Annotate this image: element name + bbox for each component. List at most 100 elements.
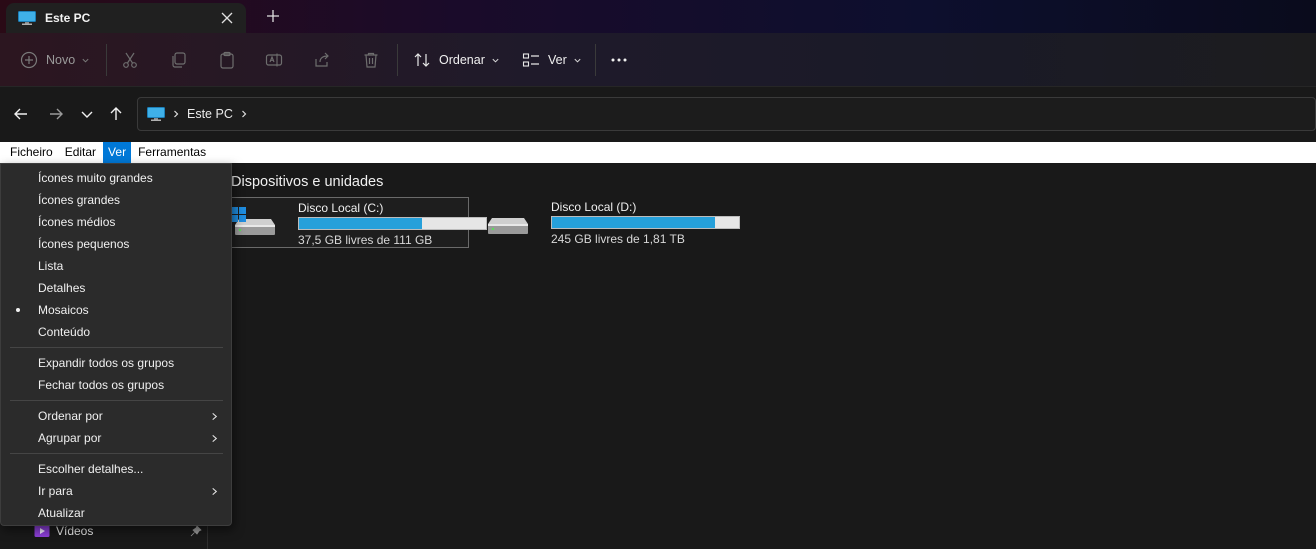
new-tab-icon[interactable] [264, 7, 282, 25]
menu-item-label: Ícones muito grandes [38, 171, 153, 185]
menu-item-list[interactable]: Lista [1, 255, 231, 277]
more-icon [611, 58, 627, 62]
sidebar-item-label: Vídeos [56, 524, 94, 538]
menu-ver[interactable]: Ver [103, 142, 132, 163]
more-options-button[interactable] [610, 47, 628, 73]
chevron-right-icon [212, 434, 218, 442]
copy-button[interactable] [170, 47, 188, 73]
sort-label: Ordenar [439, 53, 485, 67]
menu-item-small-icons[interactable]: Ícones pequenos [1, 233, 231, 255]
command-bar: Novo Ordenar Ver [0, 33, 1316, 87]
menu-item-expand-all-groups[interactable]: Expandir todos os grupos [1, 352, 231, 374]
chevron-right-icon[interactable] [171, 109, 181, 119]
file-view: Dispositivos e unidades Disco Local (C:)… [208, 163, 1316, 549]
close-icon[interactable] [218, 9, 236, 27]
rename-icon [265, 53, 283, 67]
menu-item-choose-details[interactable]: Escolher detalhes... [1, 458, 231, 480]
delete-button[interactable] [362, 47, 380, 73]
menu-bar: Ficheiro Editar Ver Ferramentas [0, 142, 1316, 163]
menu-ferramentas[interactable]: Ferramentas [133, 142, 211, 163]
view-menu-dropdown: Ícones muito grandes Ícones grandes Ícon… [0, 163, 232, 526]
chevron-down-icon [82, 58, 89, 63]
menu-item-extra-large-icons[interactable]: Ícones muito grandes [1, 167, 231, 189]
drive-usage-fill [299, 218, 423, 229]
menu-item-go-to[interactable]: Ir para [1, 480, 231, 502]
menu-editar[interactable]: Editar [60, 142, 101, 163]
menu-item-large-icons[interactable]: Ícones grandes [1, 189, 231, 211]
chevron-right-icon [212, 487, 218, 495]
menu-item-label: Ordenar por [38, 409, 103, 423]
scissors-icon [123, 52, 137, 68]
menu-item-label: Escolher detalhes... [38, 462, 144, 476]
sidebar-item-videos[interactable]: Vídeos [34, 524, 93, 538]
menu-item-collapse-all-groups[interactable]: Fechar todos os grupos [1, 374, 231, 396]
menu-item-label: Detalhes [38, 281, 86, 295]
tab-este-pc[interactable]: Este PC [6, 3, 246, 33]
drive-icon [488, 218, 528, 234]
menu-item-refresh[interactable]: Atualizar [1, 502, 231, 524]
computer-icon [18, 11, 36, 25]
drive-tile-c[interactable]: Disco Local (C:) 37,5 GB livres de 111 G… [226, 197, 487, 248]
menu-separator [10, 347, 223, 348]
drive-usage-bar [551, 216, 740, 229]
separator [106, 44, 107, 76]
forward-icon[interactable] [47, 105, 65, 123]
new-label: Novo [46, 53, 76, 67]
drive-usage-bar [298, 217, 487, 230]
separator [595, 44, 596, 76]
chevron-down-icon [492, 58, 499, 63]
menu-item-label: Ir para [38, 484, 73, 498]
rename-button[interactable] [265, 47, 283, 73]
menu-ficheiro[interactable]: Ficheiro [5, 142, 58, 163]
pin-icon[interactable] [190, 525, 202, 537]
view-icon [522, 53, 539, 67]
group-header[interactable]: Dispositivos e unidades [231, 174, 383, 190]
menu-separator [10, 453, 223, 454]
share-button[interactable] [313, 47, 331, 73]
menu-item-label: Ícones pequenos [38, 237, 130, 251]
view-button[interactable]: Ver [522, 47, 582, 73]
address-bar[interactable]: Este PC [137, 97, 1316, 131]
menu-item-label: Atualizar [38, 506, 85, 520]
menu-item-content[interactable]: Conteúdo [1, 321, 231, 343]
tab-title: Este PC [45, 11, 91, 25]
menu-item-group-by[interactable]: Agrupar por [1, 427, 231, 449]
menu-item-label: Ícones médios [38, 215, 116, 229]
share-icon [315, 52, 329, 67]
recent-locations-chevron-icon[interactable] [78, 105, 96, 123]
menu-item-label: Ícones grandes [38, 193, 121, 207]
menu-item-label: Agrupar por [38, 431, 102, 445]
chevron-down-icon [574, 58, 581, 63]
menu-item-label: Expandir todos os grupos [38, 356, 175, 370]
plus-circle-icon [20, 51, 38, 69]
menu-item-details[interactable]: Detalhes [1, 277, 231, 299]
menu-item-tiles[interactable]: Mosaicos [1, 299, 231, 321]
view-label: Ver [548, 53, 567, 67]
back-icon[interactable] [12, 105, 30, 123]
drive-name: Disco Local (D:) [551, 200, 637, 214]
drive-name: Disco Local (C:) [298, 201, 384, 215]
menu-item-label: Lista [38, 259, 64, 273]
menu-item-label: Mosaicos [38, 303, 89, 317]
title-bar: Este PC [0, 0, 1316, 33]
new-button[interactable]: Novo [20, 47, 90, 73]
sort-button[interactable]: Ordenar [413, 47, 500, 73]
menu-item-medium-icons[interactable]: Ícones médios [1, 211, 231, 233]
up-icon[interactable] [107, 105, 125, 123]
menu-item-sort-by[interactable]: Ordenar por [1, 405, 231, 427]
drive-free-space: 245 GB livres de 1,81 TB [551, 232, 685, 246]
sort-icon [414, 53, 430, 67]
menu-item-label: Fechar todos os grupos [38, 378, 165, 392]
computer-icon [147, 107, 165, 121]
clipboard-icon [220, 51, 234, 69]
cut-button[interactable] [121, 47, 139, 73]
chevron-right-icon [212, 412, 218, 420]
videos-folder-icon [34, 525, 50, 537]
paste-button[interactable] [218, 47, 236, 73]
chevron-right-icon[interactable] [239, 109, 249, 119]
menu-separator [10, 400, 223, 401]
trash-icon [364, 52, 378, 68]
breadcrumb-este-pc[interactable]: Este PC [187, 107, 233, 121]
drive-usage-fill [552, 217, 715, 228]
drive-tile-d[interactable]: Disco Local (D:) 245 GB livres de 1,81 T… [480, 197, 740, 248]
